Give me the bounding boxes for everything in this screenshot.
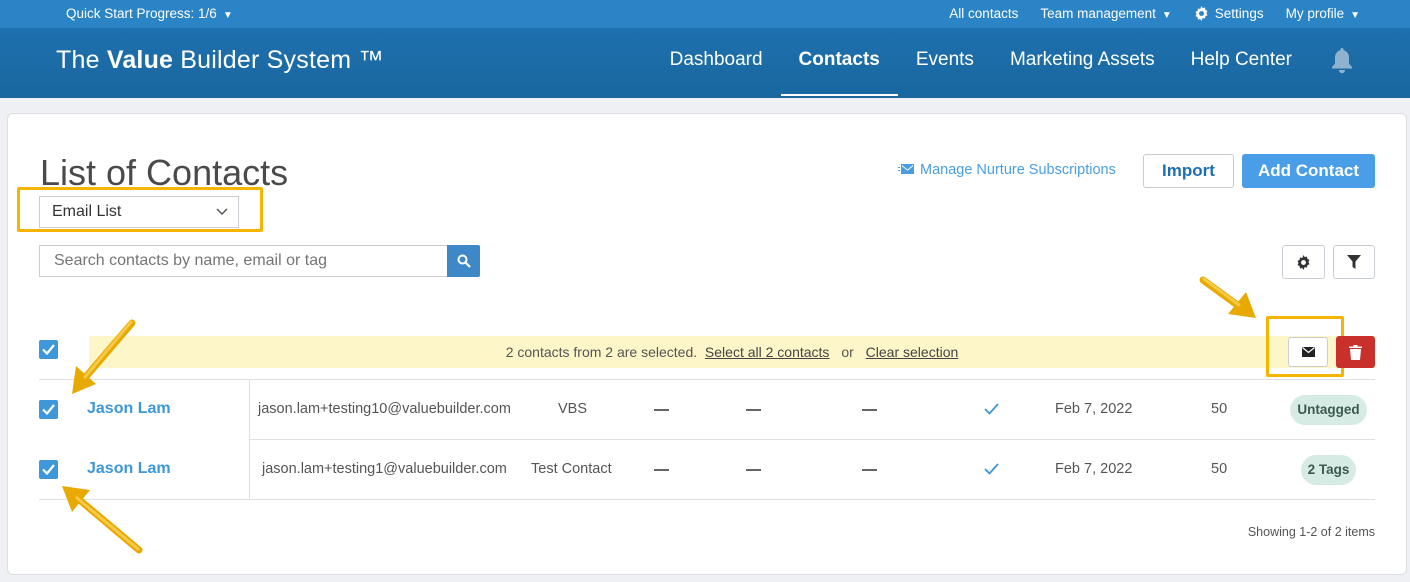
annotation-arrow [62,276,1256,554]
